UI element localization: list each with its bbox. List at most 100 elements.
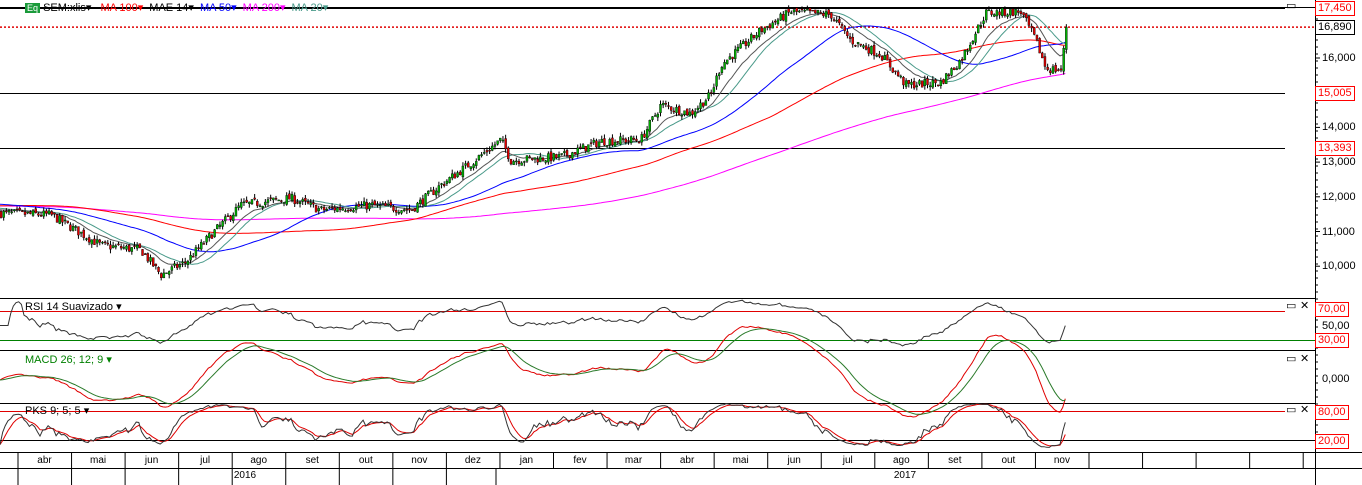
candle: [640, 134, 643, 143]
candle: [320, 206, 323, 208]
candle: [23, 211, 27, 215]
candle: [944, 73, 948, 84]
candle: [82, 229, 85, 238]
candle: [755, 35, 758, 39]
candle: [560, 153, 563, 155]
candle: [272, 197, 275, 201]
candle: [405, 209, 409, 211]
maximize-icon[interactable]: ▭: [1286, 405, 1296, 416]
candle: [493, 144, 497, 147]
candle: [632, 137, 635, 140]
candle: [795, 7, 798, 12]
candle: [715, 75, 718, 87]
macd-title[interactable]: MACD 26; 12; 9 ▾: [25, 353, 112, 366]
price-tick-label: 13,000: [1322, 156, 1356, 169]
candle: [565, 150, 569, 156]
candle: [830, 12, 833, 19]
candle: [499, 137, 502, 141]
maximize-icon[interactable]: ▭: [1286, 301, 1296, 312]
legend-item-ma-100[interactable]: MA 100: [100, 2, 137, 14]
candle: [352, 210, 355, 213]
candle: [85, 238, 88, 240]
candle: [317, 208, 320, 212]
candle: [752, 34, 756, 38]
candle: [269, 197, 272, 199]
legend-item-ma-50[interactable]: MA 50: [200, 2, 231, 14]
candle: [467, 162, 470, 168]
chart-canvas[interactable]: [0, 0, 1362, 485]
candle: [854, 45, 857, 47]
maximize-icon[interactable]: ▭: [1286, 1, 1296, 12]
candle: [923, 79, 927, 87]
ma200-line: [0, 73, 1066, 221]
last-price-label: 16,890: [1315, 20, 1355, 36]
month-label: ago: [892, 455, 910, 466]
month-label: nov: [1053, 455, 1070, 466]
candle: [739, 43, 742, 49]
candle: [1046, 66, 1049, 70]
candle: [1049, 70, 1052, 73]
close-icon[interactable]: ✕: [1300, 301, 1309, 312]
candle: [184, 261, 187, 264]
candle: [384, 202, 387, 206]
candle: [418, 199, 422, 205]
candle: [173, 263, 176, 266]
candle: [7, 210, 11, 213]
candle: [635, 138, 638, 141]
legend-item-ma-200[interactable]: MA 200: [243, 2, 280, 14]
candle: [718, 73, 721, 76]
candle: [763, 27, 766, 33]
candle: [883, 55, 886, 60]
candle: [143, 253, 147, 255]
candle: [240, 202, 243, 208]
candle: [517, 160, 521, 165]
candle: [1001, 7, 1004, 16]
candle: [872, 45, 876, 56]
candle: [971, 41, 975, 44]
candle: [1038, 38, 1041, 54]
candle: [603, 138, 606, 146]
candle: [170, 266, 174, 271]
candle: [301, 199, 304, 202]
candle: [758, 28, 761, 38]
candle: [376, 203, 379, 205]
candle: [867, 47, 870, 54]
candle: [1003, 8, 1007, 16]
candle: [902, 77, 905, 86]
month-label: jun: [144, 455, 159, 466]
candle: [416, 202, 419, 213]
candle: [597, 141, 601, 147]
candle: [488, 149, 491, 152]
candle: [659, 104, 662, 113]
rsi-title[interactable]: RSI 14 Suavizado ▾: [25, 300, 122, 313]
candle: [122, 247, 126, 249]
candle: [154, 263, 158, 266]
candle: [325, 209, 328, 211]
candle: [266, 199, 270, 203]
maximize-icon[interactable]: ▭: [1286, 354, 1296, 365]
candle: [547, 153, 550, 163]
candle: [469, 166, 473, 170]
candle: [205, 235, 208, 243]
candle: [899, 75, 902, 78]
candle: [835, 19, 838, 22]
candle: [800, 8, 804, 11]
candle: [589, 142, 593, 144]
candle: [386, 203, 390, 206]
pks-title[interactable]: PKS 9; 5; 5 ▾: [25, 404, 89, 417]
close-icon[interactable]: ✕: [1300, 354, 1309, 365]
month-label: nov: [411, 455, 428, 466]
legend-item-ma-20[interactable]: MA 20: [292, 2, 323, 14]
legend-item-mae-14[interactable]: MAE 14: [149, 2, 188, 14]
candle: [210, 234, 214, 239]
candle: [47, 210, 51, 215]
candle: [328, 207, 331, 209]
month-label: abr: [37, 455, 52, 466]
candle: [362, 201, 366, 207]
candle: [237, 205, 240, 208]
close-icon[interactable]: ✕: [1300, 405, 1309, 416]
symbol-label[interactable]: SEM:xlis: [43, 2, 86, 14]
candle: [429, 190, 433, 192]
candle: [15, 208, 19, 211]
candle: [862, 45, 865, 48]
